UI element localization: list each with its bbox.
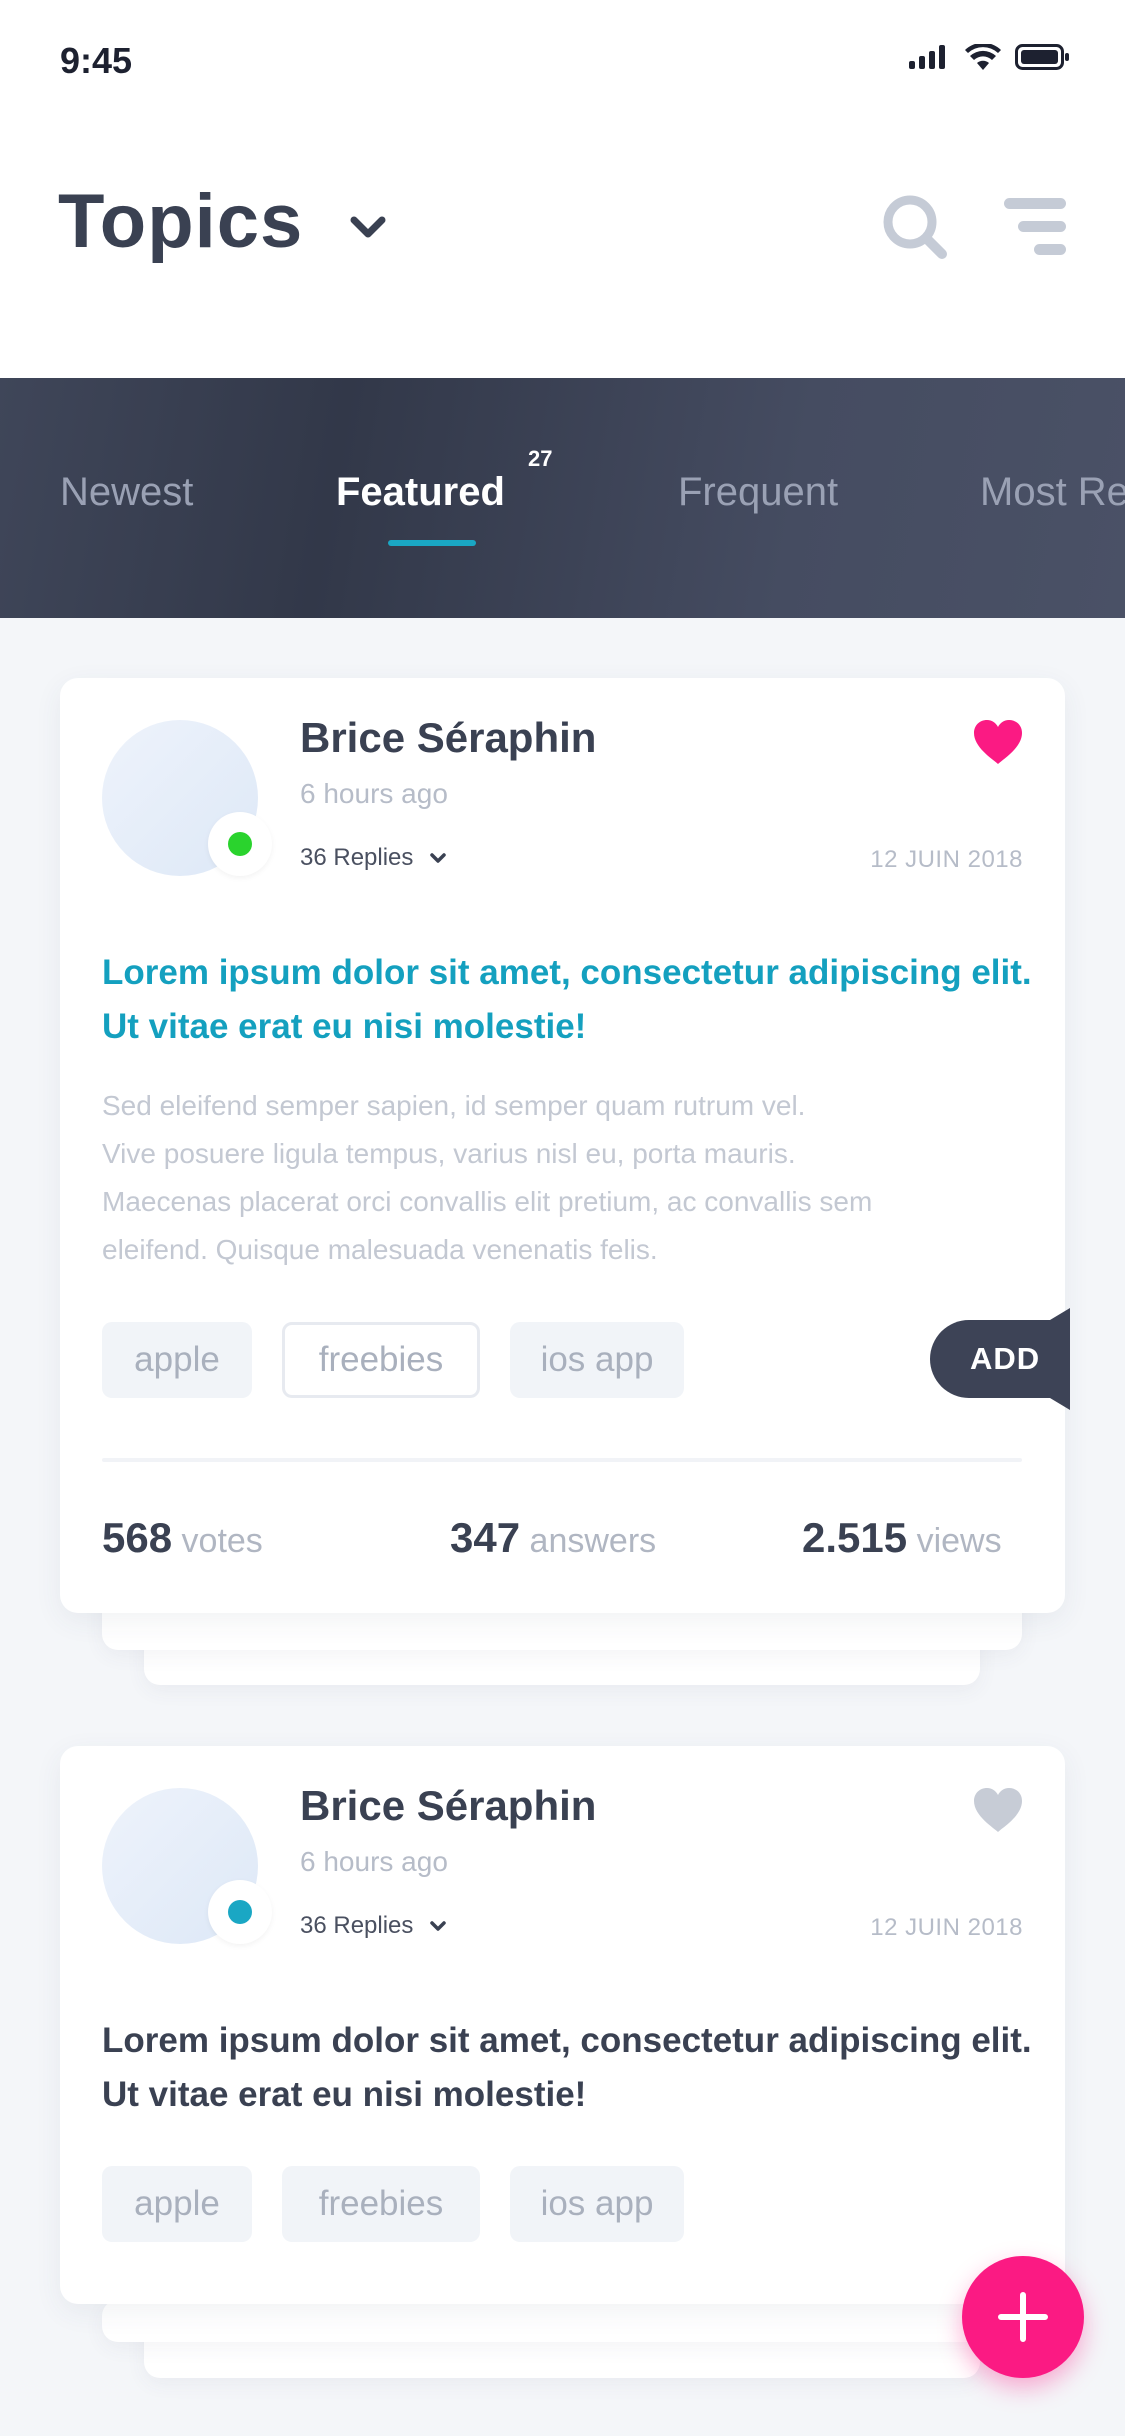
- chevron-down-icon: [430, 853, 447, 863]
- body-line: eleifend. Quisque malesuada venenatis fe…: [102, 1234, 658, 1265]
- presence-indicator: [208, 812, 272, 876]
- tag-freebies[interactable]: freebies: [282, 1322, 480, 1398]
- signal-icon: [909, 45, 945, 69]
- search-icon[interactable]: [880, 192, 950, 262]
- post-time: 6 hours ago: [300, 1846, 448, 1877]
- tab-bar: Newest Featured 27 Frequent Most Re: [0, 378, 1125, 618]
- online-dot: [228, 832, 252, 856]
- tab-featured[interactable]: Featured: [336, 470, 505, 515]
- body-line: Maecenas placerat orci convallis elit pr…: [102, 1186, 873, 1217]
- author-name[interactable]: Brice Séraphin: [300, 1782, 596, 1830]
- answers-count: 347: [450, 1514, 521, 1561]
- votes-label: votes: [181, 1522, 263, 1560]
- views-count: 2.515: [802, 1514, 908, 1561]
- tag-apple[interactable]: apple: [102, 1322, 252, 1398]
- battery-icon: [1015, 44, 1069, 70]
- plus-icon: [998, 2292, 1048, 2342]
- views-label: views: [916, 1522, 1002, 1560]
- answers-label: answers: [529, 1522, 657, 1560]
- chevron-down-icon: [430, 1921, 447, 1931]
- views-stat[interactable]: 2.515 views: [802, 1514, 1002, 1562]
- author-name[interactable]: Brice Séraphin: [300, 714, 596, 762]
- tab-newest[interactable]: Newest: [60, 470, 193, 515]
- tab-most-recent[interactable]: Most Re: [980, 470, 1125, 515]
- tab-frequent[interactable]: Frequent: [678, 470, 838, 515]
- wifi-icon: [965, 44, 1001, 70]
- status-time: 9:45: [60, 40, 133, 81]
- heart-icon[interactable]: [971, 718, 1025, 766]
- body-line: Vive posuere ligula tempus, varius nisl …: [102, 1138, 796, 1169]
- divider: [102, 1458, 1022, 1462]
- replies-toggle[interactable]: 36 Replies: [300, 844, 447, 872]
- header: Topics: [0, 130, 1125, 378]
- status-dot: [228, 1900, 252, 1924]
- replies-toggle[interactable]: 36 Replies: [300, 1912, 447, 1940]
- tag-freebies[interactable]: freebies: [282, 2166, 480, 2242]
- post-date: 12 JUIN 2018: [870, 846, 1023, 873]
- tag-ios-app[interactable]: ios app: [510, 2166, 684, 2242]
- add-button-notch: [1050, 1308, 1070, 1410]
- post-body: Sed eleifend semper sapien, id semper qu…: [102, 1082, 1032, 1274]
- replies-label: 36 Replies: [300, 1912, 414, 1939]
- post-headline[interactable]: Lorem ipsum dolor sit amet, consectetur …: [102, 2014, 1032, 2122]
- tag-apple[interactable]: apple: [102, 2166, 252, 2242]
- body-line: Sed eleifend semper sapien, id semper qu…: [102, 1090, 806, 1121]
- active-tab-indicator: [388, 540, 476, 546]
- filter-icon[interactable]: [1000, 194, 1070, 260]
- status-icons: [909, 44, 1069, 70]
- tag-ios-app[interactable]: ios app: [510, 1322, 684, 1398]
- votes-count: 568: [102, 1514, 173, 1561]
- post-card[interactable]: Brice Séraphin 6 hours ago 36 Replies 12…: [60, 1746, 1065, 2304]
- votes-stat[interactable]: 568 votes: [102, 1514, 263, 1562]
- heart-icon[interactable]: [971, 1786, 1025, 1834]
- status-bar: 9:45: [0, 0, 1125, 130]
- post-time: 6 hours ago: [300, 778, 448, 809]
- chevron-down-icon[interactable]: [346, 212, 390, 242]
- card-stack-layer: [102, 2300, 1022, 2342]
- answers-stat[interactable]: 347 answers: [450, 1514, 656, 1562]
- tab-badge: 27: [528, 446, 553, 471]
- post-card[interactable]: Brice Séraphin 6 hours ago 36 Replies 12…: [60, 678, 1070, 1613]
- post-date: 12 JUIN 2018: [870, 1914, 1023, 1941]
- presence-indicator: [208, 1880, 272, 1944]
- new-topic-button[interactable]: [962, 2256, 1084, 2378]
- add-tag-button[interactable]: ADD: [930, 1320, 1070, 1398]
- replies-label: 36 Replies: [300, 844, 414, 871]
- page-title[interactable]: Topics: [58, 178, 303, 265]
- post-headline[interactable]: Lorem ipsum dolor sit amet, consectetur …: [102, 946, 1032, 1054]
